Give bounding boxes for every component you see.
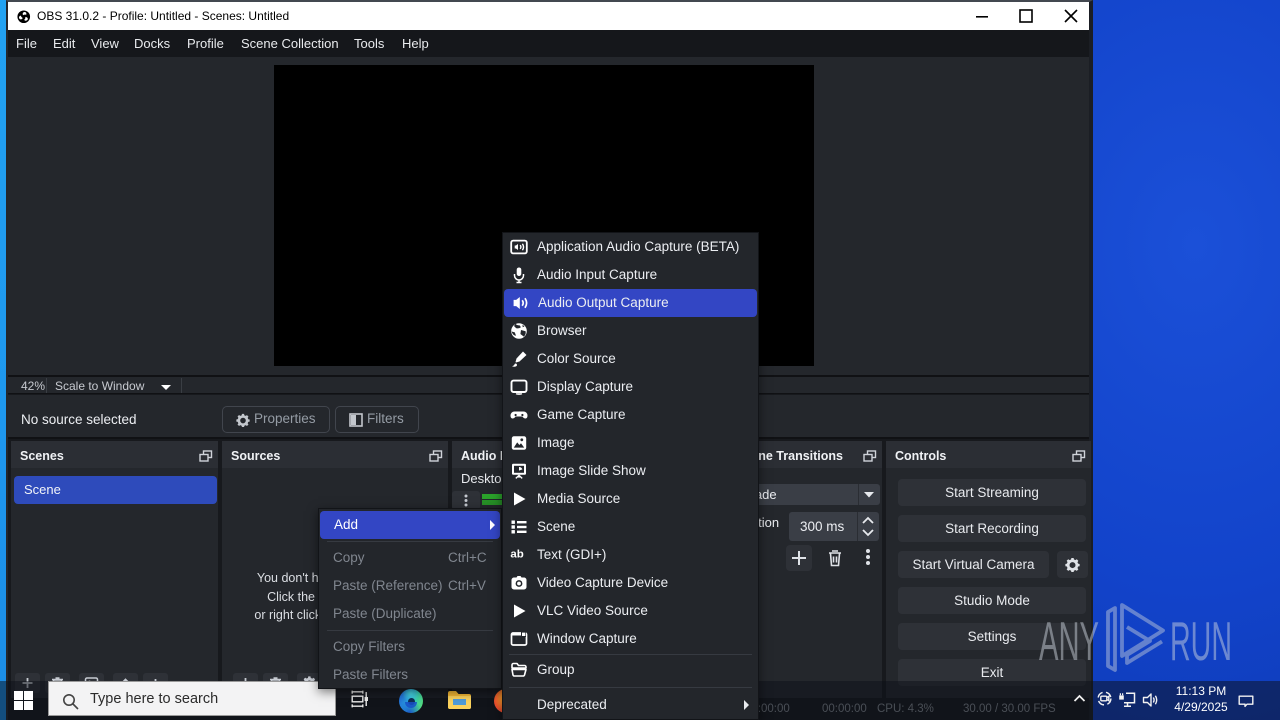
svg-text:ANY: ANY	[1039, 610, 1099, 672]
svg-text:ab: ab	[510, 549, 523, 559]
svg-text:RUN: RUN	[1170, 610, 1232, 672]
